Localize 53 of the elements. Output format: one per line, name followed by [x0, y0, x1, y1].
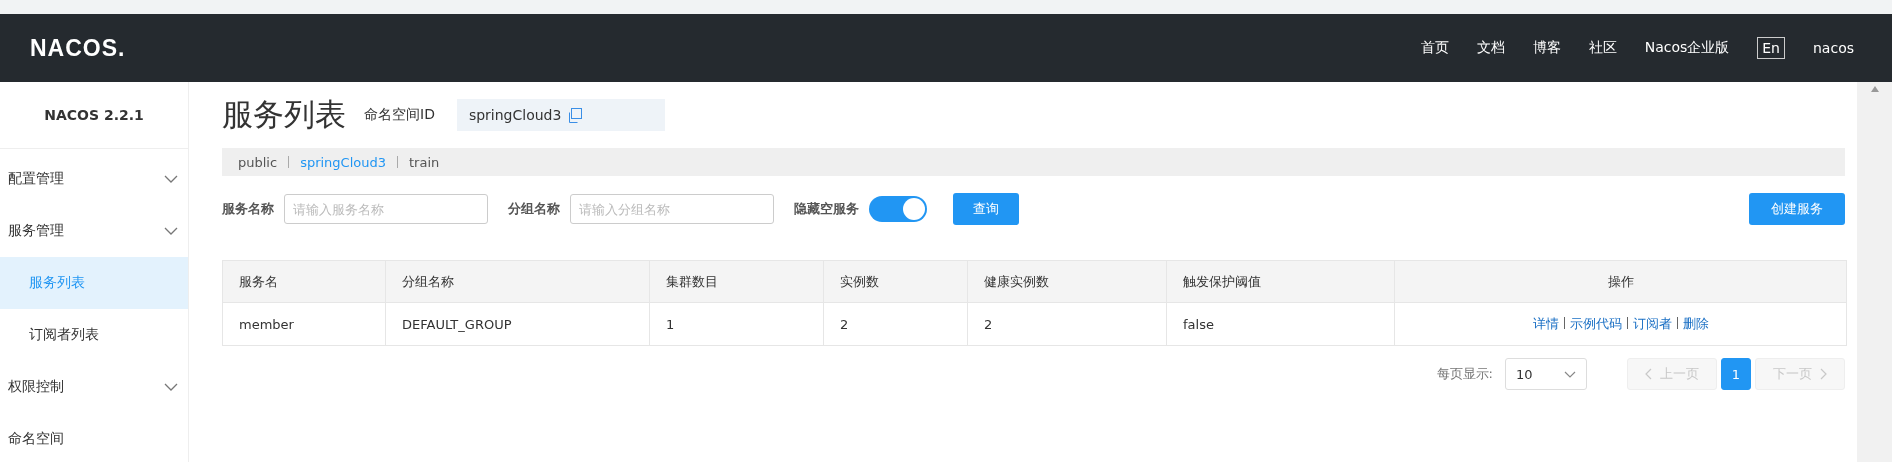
language-toggle[interactable]: En: [1757, 37, 1785, 59]
nav-link[interactable]: 文档: [1476, 39, 1505, 57]
group-name-label: 分组名称: [508, 200, 560, 218]
namespace-label: 命名空间ID: [364, 106, 435, 124]
user-name[interactable]: nacos: [1813, 40, 1854, 56]
table-cell: 2: [967, 302, 1167, 346]
sidebar-item[interactable]: 订阅者列表: [0, 309, 188, 361]
table-cell: 1: [649, 302, 824, 346]
sidebar-item[interactable]: 配置管理: [0, 153, 188, 205]
column-header: 操作: [1394, 260, 1847, 303]
caret-icon: [1564, 370, 1576, 378]
page-size-label: 每页显示:: [1436, 365, 1493, 383]
column-header: 触发保护阈值: [1166, 260, 1395, 303]
action-link[interactable]: 示例代码: [1569, 316, 1622, 331]
nav-link[interactable]: 首页: [1420, 39, 1449, 57]
table-cell: false: [1166, 302, 1395, 346]
group-name-input[interactable]: 请输入分组名称: [570, 194, 774, 224]
page-size-select[interactable]: 10: [1505, 358, 1587, 390]
right-chevron-icon: [1820, 368, 1827, 380]
hide-empty-label: 隐藏空服务: [794, 200, 859, 218]
namespace-link[interactable]: train: [409, 154, 440, 170]
scroll-up-icon[interactable]: [1870, 86, 1879, 92]
sidebar-item[interactable]: 权限控制: [0, 361, 188, 413]
version-title: NACOS 2.2.1: [0, 82, 188, 149]
nav-link[interactable]: Nacos企业版: [1644, 39, 1730, 57]
action-link[interactable]: 删除: [1682, 316, 1709, 331]
sidebar-item[interactable]: 服务管理: [0, 205, 188, 257]
copy-icon[interactable]: [567, 107, 583, 123]
namespace-id-field: springCloud3: [456, 99, 665, 131]
chevron-icon: [164, 175, 178, 183]
column-header: 分组名称: [385, 260, 650, 303]
action-link[interactable]: 详情: [1532, 316, 1559, 331]
table-cell: member: [222, 302, 386, 346]
hide-empty-switch[interactable]: [869, 196, 927, 222]
sidebar-item[interactable]: 命名空间: [0, 413, 188, 462]
action-link[interactable]: 订阅者: [1632, 316, 1672, 331]
nav-link[interactable]: 博客: [1532, 39, 1561, 57]
column-header: 健康实例数: [967, 260, 1167, 303]
column-header: 集群数目: [649, 260, 824, 303]
column-header: 服务名: [222, 260, 386, 303]
left-chevron-icon: [1645, 368, 1652, 380]
namespace-link[interactable]: public: [238, 154, 278, 170]
chevron-icon: [164, 383, 178, 391]
service-name-label: 服务名称: [222, 200, 274, 218]
nacos-logo[interactable]: NACOS.: [30, 34, 126, 62]
table-cell: 2: [823, 302, 968, 346]
service-name-input[interactable]: 请输入服务名称: [284, 194, 488, 224]
column-header: 实例数: [823, 260, 968, 303]
table-cell: DEFAULT_GROUP: [385, 302, 650, 346]
nav-link[interactable]: 社区: [1588, 39, 1617, 57]
scrollbar[interactable]: [1857, 82, 1892, 462]
page-title: 服务列表: [222, 95, 346, 134]
chevron-icon: [164, 227, 178, 235]
